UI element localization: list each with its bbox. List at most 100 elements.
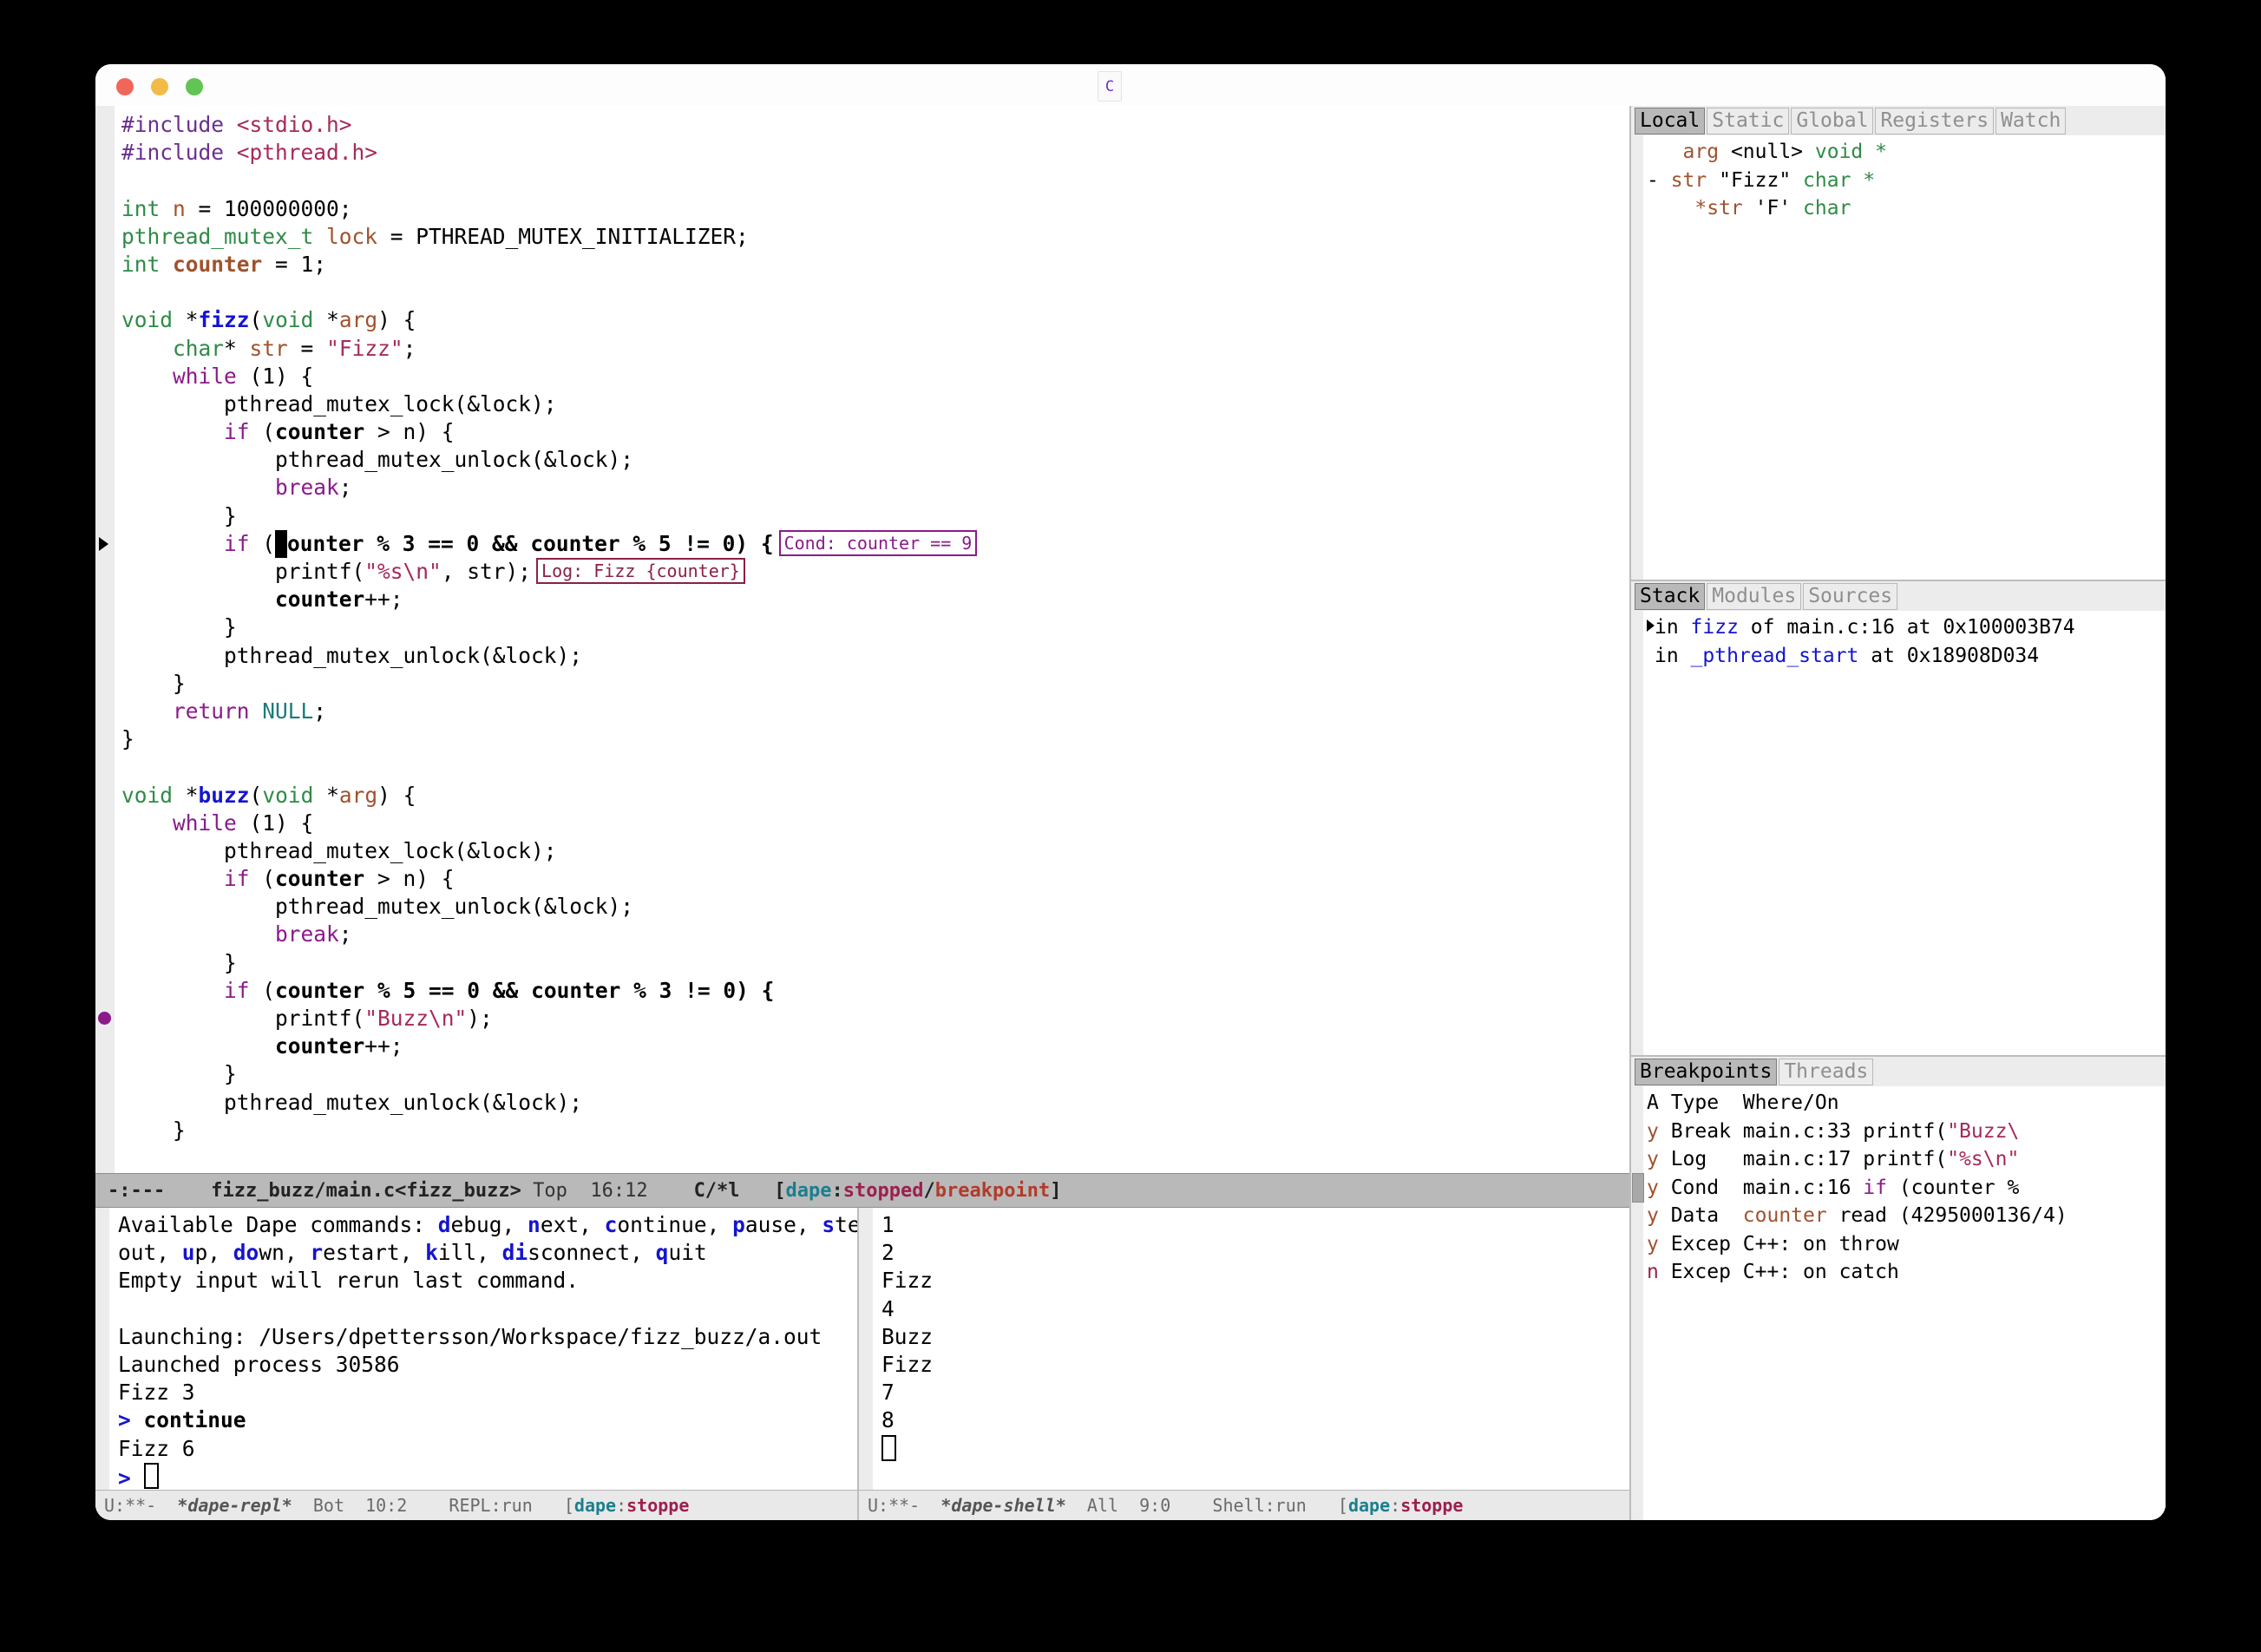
breakpoint-enabled-flag[interactable]: y bbox=[1647, 1120, 1659, 1143]
source-code-text[interactable]: #include <stdio.h> #include <pthread.h> i… bbox=[115, 106, 1629, 1173]
conditional-breakpoint-overlay[interactable]: Cond: counter == 9 bbox=[778, 529, 978, 556]
repl-line: Launching: /Users/dpettersson/Workspace/… bbox=[118, 1323, 822, 1349]
variables-tabbar[interactable]: Local Static Global Registers Watch bbox=[1631, 106, 2166, 135]
breakpoint-row[interactable]: y Data counter read (4295000136/4) bbox=[1647, 1202, 2166, 1230]
code-line: break; bbox=[121, 475, 352, 501]
breakpoints-body[interactable]: A Type Where/On y Break main.c:33 printf(… bbox=[1631, 1086, 2166, 1520]
breakpoint-enabled-flag[interactable]: y bbox=[1647, 1233, 1659, 1255]
code-line: } bbox=[121, 614, 237, 640]
stack-tabbar[interactable]: Stack Modules Sources bbox=[1631, 581, 2166, 611]
stack-panel[interactable]: Stack Modules Sources in fizz of main.c:16… bbox=[1631, 581, 2166, 1055]
tab-threads[interactable]: Threads bbox=[1779, 1058, 1874, 1085]
code-line: while (1) { bbox=[121, 363, 314, 389]
breakpoint-row[interactable]: y Cond main.c:16 if (counter % bbox=[1647, 1174, 2166, 1203]
modeline-buffer-name: fizz_buzz/main.c<fizz_buzz> bbox=[211, 1179, 521, 1202]
code-line: pthread_mutex_unlock(&lock); bbox=[121, 642, 583, 668]
breakpoint-dot-icon[interactable] bbox=[98, 1012, 111, 1026]
variable-row[interactable]: *str 'F' char bbox=[1647, 194, 2166, 223]
source-code-pane[interactable]: #include <stdio.h> #include <pthread.h> i… bbox=[95, 106, 1629, 1173]
breakpoints-tabbar[interactable]: Breakpoints Threads bbox=[1631, 1057, 2166, 1086]
execution-pointer-icon bbox=[99, 537, 108, 551]
code-line: #include <pthread.h> bbox=[121, 140, 378, 166]
stack-frame-row[interactable]: in fizz of main.c:16 at 0x100003B74 bbox=[1647, 613, 2166, 642]
repl-text[interactable]: Available Dape commands: debug, next, co… bbox=[109, 1208, 857, 1490]
shell-output-line: 2 bbox=[881, 1240, 895, 1266]
tab-breakpoints[interactable]: Breakpoints bbox=[1635, 1058, 1778, 1085]
variables-body[interactable]: arg <null> void * - str "Fizz" char * *st… bbox=[1631, 135, 2166, 580]
variable-row[interactable]: arg <null> void * bbox=[1647, 138, 2166, 167]
minimize-window-icon[interactable] bbox=[151, 78, 168, 95]
code-line: return NULL; bbox=[121, 698, 327, 724]
shell-sl-dape: dape bbox=[1347, 1495, 1391, 1516]
breakpoint-enabled-flag[interactable]: y bbox=[1647, 1177, 1659, 1199]
breakpoint-enabled-flag[interactable]: y bbox=[1647, 1204, 1659, 1227]
code-line: if ( ounter % 3 == 0 && counter % 5 != 0… bbox=[121, 529, 1629, 559]
variables-panel[interactable]: Local Static Global Registers Watch arg <nul… bbox=[1631, 106, 2166, 580]
repl-input-line[interactable]: > bbox=[118, 1462, 857, 1490]
shell-output-line: Fizz bbox=[881, 1352, 934, 1378]
modeline-dape-state: stopped bbox=[842, 1179, 924, 1202]
repl-line bbox=[118, 1295, 857, 1323]
repl-line: Empty input will rerun last command. bbox=[118, 1268, 580, 1294]
tab-registers[interactable]: Registers bbox=[1875, 107, 1995, 134]
tab-global[interactable]: Global bbox=[1791, 107, 1874, 134]
repl-sl-bracket: [ bbox=[563, 1495, 574, 1516]
close-window-icon[interactable] bbox=[116, 78, 134, 95]
modeline-linecol: 16:12 bbox=[590, 1179, 648, 1202]
code-line: void *fizz(void *arg) { bbox=[121, 307, 416, 333]
stack-frames-text[interactable]: in fizz of main.c:16 at 0x100003B74 in _p… bbox=[1643, 611, 2166, 1055]
c-file-icon: C bbox=[1098, 71, 1122, 102]
dape-repl-pane[interactable]: Available Dape commands: debug, next, co… bbox=[95, 1208, 859, 1520]
shell-statusline: U:**- *dape-shell* All 9:0 Shell:run [da… bbox=[859, 1490, 1629, 1520]
shell-cursor-line[interactable] bbox=[881, 1434, 1629, 1465]
breakpoints-panel[interactable]: Breakpoints Threads A Type Where/On y Brea… bbox=[1631, 1057, 2166, 1520]
breakpoint-row[interactable]: y Excep C++: on throw bbox=[1647, 1230, 2166, 1259]
variable-row[interactable]: - str "Fizz" char * bbox=[1647, 167, 2166, 195]
repl-body[interactable]: Available Dape commands: debug, next, co… bbox=[95, 1208, 857, 1490]
repl-sl-flags: U:**- bbox=[104, 1495, 157, 1516]
modeline-bracket-open: [ bbox=[774, 1179, 786, 1202]
breakpoint-enabled-flag[interactable]: y bbox=[1647, 1148, 1659, 1170]
scrollbar-thumb[interactable] bbox=[1632, 1173, 1644, 1203]
tab-modules[interactable]: Modules bbox=[1707, 582, 1802, 610]
tab-sources[interactable]: Sources bbox=[1803, 582, 1898, 610]
repl-line: Launched process 30586 bbox=[118, 1352, 400, 1378]
shell-output-line: 1 bbox=[881, 1212, 895, 1237]
log-breakpoint-overlay[interactable]: Log: Fizz {counter} bbox=[536, 558, 745, 584]
shell-sl-position: All bbox=[1086, 1495, 1119, 1516]
repl-line: out, up, down, restart, kill, disconnect… bbox=[118, 1240, 707, 1266]
shell-body[interactable]: 1 2 Fizz 4 Buzz Fizz 7 8 bbox=[859, 1208, 1629, 1490]
tab-local[interactable]: Local bbox=[1635, 107, 1706, 134]
breakpoints-header-row: A Type Where/On bbox=[1647, 1092, 1839, 1114]
breakpoint-enabled-flag[interactable]: n bbox=[1647, 1261, 1659, 1283]
code-line: } bbox=[121, 726, 134, 752]
shell-output-text[interactable]: 1 2 Fizz 4 Buzz Fizz 7 8 bbox=[873, 1208, 1629, 1490]
variables-text[interactable]: arg <null> void * - str "Fizz" char * *st… bbox=[1643, 135, 2166, 580]
dape-shell-pane[interactable]: 1 2 Fizz 4 Buzz Fizz 7 8 U:**- *dape-shell* All… bbox=[859, 1208, 1629, 1520]
tab-stack[interactable]: Stack bbox=[1635, 582, 1706, 610]
breakpoints-scrollbar[interactable] bbox=[1631, 1086, 1644, 1520]
code-line: pthread_mutex_lock(&lock); bbox=[121, 390, 557, 416]
code-line: pthread_mutex_unlock(&lock); bbox=[121, 894, 634, 920]
code-line: } bbox=[121, 1061, 237, 1087]
code-line: break; bbox=[121, 921, 352, 947]
breakpoints-text[interactable]: A Type Where/On y Break main.c:33 printf(… bbox=[1643, 1086, 2166, 1520]
breakpoint-row[interactable]: y Log main.c:17 printf("%s\n" bbox=[1647, 1145, 2166, 1174]
code-line: pthread_mutex_unlock(&lock); bbox=[121, 1089, 583, 1115]
code-line: pthread_mutex_unlock(&lock); bbox=[121, 447, 634, 473]
tab-static[interactable]: Static bbox=[1707, 107, 1790, 134]
repl-fringe bbox=[95, 1208, 109, 1490]
shell-output-line: Fizz bbox=[881, 1268, 934, 1294]
breakpoint-row[interactable]: y Break main.c:33 printf("Buzz\ bbox=[1647, 1118, 2166, 1146]
code-line: char* str = "Fizz"; bbox=[121, 335, 416, 361]
breakpoint-row[interactable]: n Excep C++: on catch bbox=[1647, 1258, 2166, 1287]
shell-output-line: 7 bbox=[881, 1380, 895, 1406]
tab-watch[interactable]: Watch bbox=[1996, 107, 2067, 134]
code-line: if (counter > n) { bbox=[121, 419, 455, 445]
stack-frame-row[interactable]: in _pthread_start at 0x18908D034 bbox=[1647, 642, 2166, 671]
code-line: if (counter > n) { bbox=[121, 866, 455, 892]
zoom-window-icon[interactable] bbox=[186, 78, 203, 95]
stack-body[interactable]: in fizz of main.c:16 at 0x100003B74 in _p… bbox=[1631, 611, 2166, 1055]
stack-fringe bbox=[1631, 611, 1643, 1055]
repl-sl-state: stoppe bbox=[626, 1495, 690, 1516]
